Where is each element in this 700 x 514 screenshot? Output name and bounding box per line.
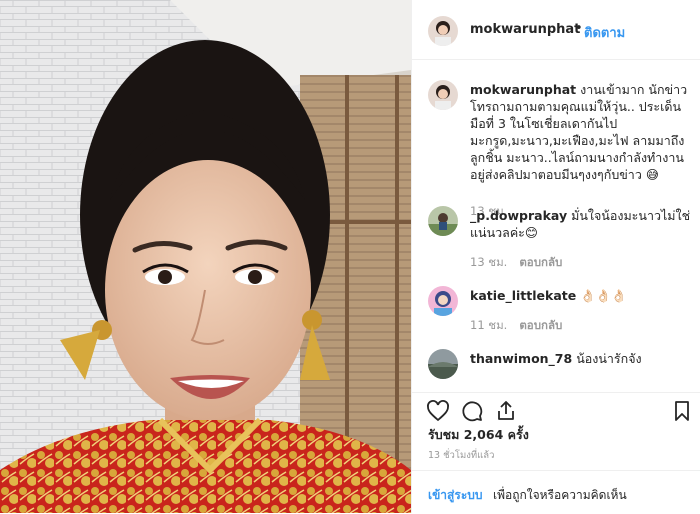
heart-icon[interactable] (426, 399, 450, 423)
add-comment-bar: เข้าสู่ระบบ เพื่อถูกใจหรือความคิดเห็น (412, 470, 700, 514)
reply-button[interactable]: ตอบกลับ (519, 255, 562, 269)
login-prompt-text: เพื่อถูกใจหรือความคิดเห็น (493, 488, 627, 502)
caption-text-block: mokwarunphat งานเข้ามาก นักข่าวโทรถามถาม… (470, 81, 692, 183)
view-count[interactable]: รับชม 2,064 ครั้ง (428, 425, 529, 445)
bookmark-icon[interactable] (670, 399, 694, 423)
header-separator: • (575, 21, 583, 36)
video-frame-illustration (0, 0, 411, 513)
share-icon[interactable] (494, 399, 518, 423)
comment-username[interactable]: _p.dowprakay (470, 208, 567, 223)
comment-text: 👌🏻👌🏻👌🏻 (580, 288, 627, 303)
post-sidebar: mokwarunphat • ติดตาม mokwarunphat งานเข… (411, 0, 700, 513)
comment-time[interactable]: 13 ชม. (470, 255, 507, 269)
comment-meta: 13 ชม. ตอบกลับ (470, 254, 562, 272)
comments-list: mokwarunphat งานเข้ามาก นักข่าวโทรถามถาม… (412, 60, 700, 392)
commenter-avatar[interactable] (428, 286, 458, 316)
comment-text-block: thanwimon_78 น้องน่ารักจัง (470, 350, 692, 367)
post-header: mokwarunphat • ติดตาม (412, 0, 700, 60)
commenter-avatar[interactable] (428, 206, 458, 236)
post-actions: รับชม 2,064 ครั้ง 13 ชั่วโมงที่แล้ว เข้า… (412, 392, 700, 513)
author-username[interactable]: mokwarunphat (470, 22, 580, 37)
comment-icon[interactable] (460, 399, 484, 423)
comment-username[interactable]: katie_littlekate (470, 288, 576, 303)
post-time[interactable]: 13 ชั่วโมงที่แล้ว (428, 448, 494, 463)
follow-button[interactable]: ติดตาม (584, 22, 625, 43)
comment-username[interactable]: thanwimon_78 (470, 351, 572, 366)
comment-text: น้องน่ารักจัง (576, 351, 642, 366)
reply-button[interactable]: ตอบกลับ (519, 318, 562, 332)
comment-text-block: katie_littlekate 👌🏻👌🏻👌🏻 (470, 287, 692, 304)
caption-username[interactable]: mokwarunphat (470, 82, 576, 97)
comment-time[interactable]: 11 ชม. (470, 318, 507, 332)
author-avatar[interactable] (428, 16, 458, 46)
caption-text: งานเข้ามาก นักข่าวโทรถามถามตามคุณแม่ให้ว… (470, 82, 688, 182)
post-video[interactable] (0, 0, 411, 513)
comment-meta: 11 ชม. ตอบกลับ (470, 317, 562, 335)
instagram-post: mokwarunphat • ติดตาม mokwarunphat งานเข… (0, 0, 700, 513)
comment-text-block: _p.dowprakay มั่นใจน้องมะนาวไม่ใช่แน่นวล… (470, 207, 692, 241)
caption-avatar[interactable] (428, 80, 458, 110)
commenter-avatar[interactable] (428, 349, 458, 379)
login-link[interactable]: เข้าสู่ระบบ (428, 486, 483, 505)
